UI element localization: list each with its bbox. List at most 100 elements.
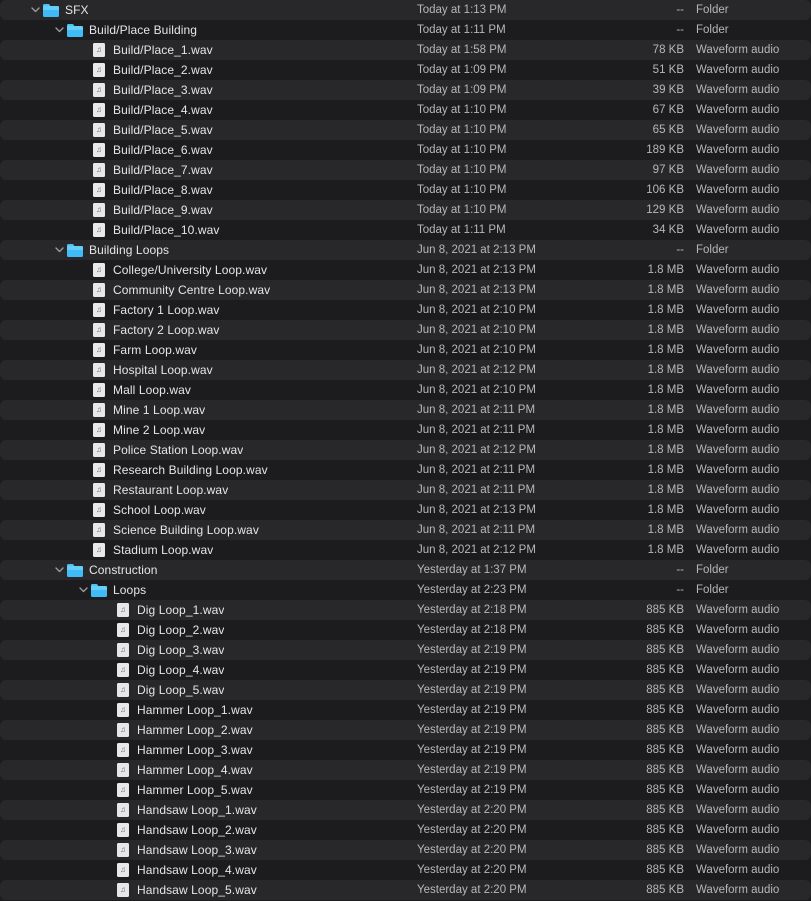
file-name-label: Farm Loop.wav	[113, 343, 197, 357]
size-cell: 1.8 MB	[622, 484, 684, 496]
table-row[interactable]: ♫Restaurant Loop.wavJun 8, 2021 at 2:11 …	[0, 480, 811, 500]
table-row[interactable]: ♫Farm Loop.wavJun 8, 2021 at 2:10 PM1.8 …	[0, 340, 811, 360]
file-name-label: Build/Place_1.wav	[113, 43, 213, 57]
file-name-cell: ♫Handsaw Loop_3.wav	[0, 843, 417, 857]
kind-cell: Waveform audio	[684, 424, 811, 436]
table-row[interactable]: ♫Handsaw Loop_5.wavYesterday at 2:20 PM8…	[0, 880, 811, 900]
kind-cell: Waveform audio	[684, 344, 811, 356]
file-name-cell: ♫Police Station Loop.wav	[0, 443, 417, 457]
file-name-label: Build/Place Building	[89, 23, 197, 37]
table-row[interactable]: ♫Dig Loop_3.wavYesterday at 2:19 PM885 K…	[0, 640, 811, 660]
chevron-down-icon[interactable]	[28, 3, 42, 17]
indent-spacer	[0, 70, 76, 71]
size-cell: 106 KB	[622, 184, 684, 196]
chevron-down-icon[interactable]	[52, 563, 66, 577]
table-row[interactable]: ♫Build/Place_7.wavToday at 1:10 PM97 KBW…	[0, 160, 811, 180]
indent-spacer	[0, 870, 100, 871]
table-row[interactable]: ♫Stadium Loop.wavJun 8, 2021 at 2:12 PM1…	[0, 540, 811, 560]
indent-spacer	[0, 30, 52, 31]
date-modified-cell: Yesterday at 2:18 PM	[417, 624, 622, 636]
table-row[interactable]: ♫Build/Place_9.wavToday at 1:10 PM129 KB…	[0, 200, 811, 220]
file-name-label: Community Centre Loop.wav	[113, 283, 270, 297]
table-row[interactable]: ♫Build/Place_6.wavToday at 1:10 PM189 KB…	[0, 140, 811, 160]
table-row[interactable]: ♫Handsaw Loop_2.wavYesterday at 2:20 PM8…	[0, 820, 811, 840]
table-row[interactable]: ♫Dig Loop_4.wavYesterday at 2:19 PM885 K…	[0, 660, 811, 680]
kind-cell: Waveform audio	[684, 384, 811, 396]
table-row[interactable]: ♫Build/Place_4.wavToday at 1:10 PM67 KBW…	[0, 100, 811, 120]
file-name-label: Handsaw Loop_2.wav	[137, 823, 257, 837]
chevron-down-icon[interactable]	[76, 583, 90, 597]
table-row[interactable]: ♫Build/Place_8.wavToday at 1:10 PM106 KB…	[0, 180, 811, 200]
table-row[interactable]: ♫Science Building Loop.wavJun 8, 2021 at…	[0, 520, 811, 540]
table-row[interactable]: ♫Handsaw Loop_4.wavYesterday at 2:20 PM8…	[0, 860, 811, 880]
table-row[interactable]: ♫Dig Loop_2.wavYesterday at 2:18 PM885 K…	[0, 620, 811, 640]
table-row[interactable]: ♫Police Station Loop.wavJun 8, 2021 at 2…	[0, 440, 811, 460]
table-row[interactable]: SFXToday at 1:13 PM--Folder	[0, 0, 811, 20]
file-browser-list[interactable]: SFXToday at 1:13 PM--FolderBuild/Place B…	[0, 0, 811, 901]
table-row[interactable]: ♫Build/Place_1.wavToday at 1:58 PM78 KBW…	[0, 40, 811, 60]
date-modified-cell: Today at 1:10 PM	[417, 104, 622, 116]
table-row[interactable]: Building LoopsJun 8, 2021 at 2:13 PM--Fo…	[0, 240, 811, 260]
audio-file-icon: ♫	[115, 603, 131, 617]
table-row[interactable]: ♫Community Centre Loop.wavJun 8, 2021 at…	[0, 280, 811, 300]
table-row[interactable]: ♫Build/Place_3.wavToday at 1:09 PM39 KBW…	[0, 80, 811, 100]
table-row[interactable]: ♫Handsaw Loop_1.wavYesterday at 2:20 PM8…	[0, 800, 811, 820]
file-name-label: Mine 1 Loop.wav	[113, 403, 205, 417]
audio-file-icon: ♫	[115, 803, 131, 817]
file-name-cell: ♫Hammer Loop_2.wav	[0, 723, 417, 737]
audio-file-icon: ♫	[91, 543, 107, 557]
table-row[interactable]: ♫Hammer Loop_1.wavYesterday at 2:19 PM88…	[0, 700, 811, 720]
kind-cell: Waveform audio	[684, 604, 811, 616]
table-row[interactable]: ♫Research Building Loop.wavJun 8, 2021 a…	[0, 460, 811, 480]
kind-cell: Waveform audio	[684, 164, 811, 176]
file-name-cell: Build/Place Building	[0, 23, 417, 37]
table-row[interactable]: ConstructionYesterday at 1:37 PM--Folder	[0, 560, 811, 580]
table-row[interactable]: ♫Handsaw Loop_3.wavYesterday at 2:20 PM8…	[0, 840, 811, 860]
table-row[interactable]: ♫Build/Place_10.wavToday at 1:11 PM34 KB…	[0, 220, 811, 240]
file-name-label: Hammer Loop_4.wav	[137, 763, 253, 777]
audio-file-icon: ♫	[91, 343, 107, 357]
table-row[interactable]: ♫Dig Loop_1.wavYesterday at 2:18 PM885 K…	[0, 600, 811, 620]
kind-cell: Waveform audio	[684, 644, 811, 656]
table-row[interactable]: ♫Build/Place_2.wavToday at 1:09 PM51 KBW…	[0, 60, 811, 80]
file-name-cell: ♫Dig Loop_3.wav	[0, 643, 417, 657]
file-name-cell: ♫Hammer Loop_4.wav	[0, 763, 417, 777]
table-row[interactable]: ♫Build/Place_5.wavToday at 1:10 PM65 KBW…	[0, 120, 811, 140]
file-name-cell: ♫Dig Loop_5.wav	[0, 683, 417, 697]
table-row[interactable]: ♫Hammer Loop_5.wavYesterday at 2:19 PM88…	[0, 780, 811, 800]
file-name-label: SFX	[65, 3, 89, 17]
chevron-down-icon[interactable]	[52, 23, 66, 37]
table-row[interactable]: ♫Hospital Loop.wavJun 8, 2021 at 2:12 PM…	[0, 360, 811, 380]
table-row[interactable]: Build/Place BuildingToday at 1:11 PM--Fo…	[0, 20, 811, 40]
table-row[interactable]: ♫Mine 1 Loop.wavJun 8, 2021 at 2:11 PM1.…	[0, 400, 811, 420]
audio-file-icon: ♫	[91, 183, 107, 197]
table-row[interactable]: ♫Dig Loop_5.wavYesterday at 2:19 PM885 K…	[0, 680, 811, 700]
size-cell: 885 KB	[622, 664, 684, 676]
audio-file-icon: ♫	[91, 143, 107, 157]
file-name-label: Handsaw Loop_5.wav	[137, 883, 257, 897]
folder-icon	[43, 3, 59, 17]
table-row[interactable]: ♫Hammer Loop_4.wavYesterday at 2:19 PM88…	[0, 760, 811, 780]
indent-spacer	[0, 790, 100, 791]
file-name-cell: ♫Build/Place_5.wav	[0, 123, 417, 137]
indent-spacer	[0, 130, 76, 131]
size-cell: 39 KB	[622, 84, 684, 96]
indent-spacer	[0, 430, 76, 431]
table-row[interactable]: ♫Hammer Loop_3.wavYesterday at 2:19 PM88…	[0, 740, 811, 760]
audio-file-icon: ♫	[115, 623, 131, 637]
table-row[interactable]: ♫Factory 1 Loop.wavJun 8, 2021 at 2:10 P…	[0, 300, 811, 320]
file-name-label: School Loop.wav	[113, 503, 206, 517]
size-cell: 885 KB	[622, 784, 684, 796]
table-row[interactable]: ♫Hammer Loop_2.wavYesterday at 2:19 PM88…	[0, 720, 811, 740]
file-name-label: Research Building Loop.wav	[113, 463, 268, 477]
table-row[interactable]: ♫Mine 2 Loop.wavJun 8, 2021 at 2:11 PM1.…	[0, 420, 811, 440]
table-row[interactable]: ♫Factory 2 Loop.wavJun 8, 2021 at 2:10 P…	[0, 320, 811, 340]
chevron-down-icon[interactable]	[52, 243, 66, 257]
file-name-label: Build/Place_8.wav	[113, 183, 213, 197]
table-row[interactable]: ♫School Loop.wavJun 8, 2021 at 2:13 PM1.…	[0, 500, 811, 520]
indent-spacer	[0, 310, 76, 311]
table-row[interactable]: LoopsYesterday at 2:23 PM--Folder	[0, 580, 811, 600]
table-row[interactable]: ♫College/University Loop.wavJun 8, 2021 …	[0, 260, 811, 280]
date-modified-cell: Jun 8, 2021 at 2:13 PM	[417, 504, 622, 516]
table-row[interactable]: ♫Mall Loop.wavJun 8, 2021 at 2:10 PM1.8 …	[0, 380, 811, 400]
